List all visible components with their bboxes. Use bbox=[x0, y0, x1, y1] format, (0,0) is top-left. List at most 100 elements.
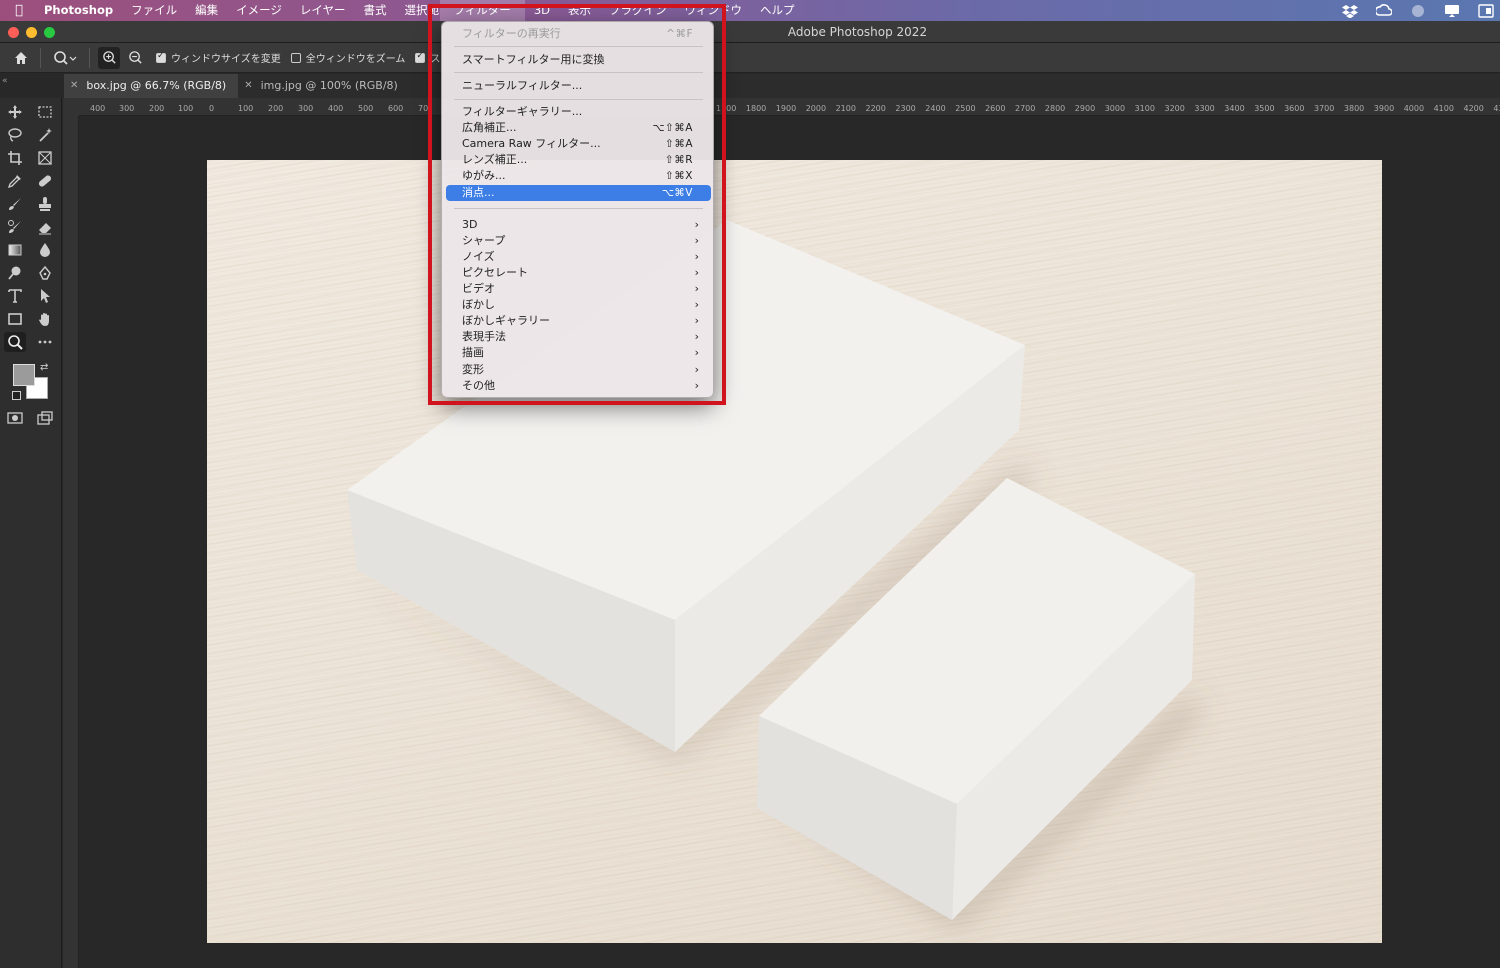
ruler-tick: 2100 bbox=[835, 104, 856, 113]
window-icon[interactable] bbox=[1478, 3, 1494, 18]
window-title: Adobe Photoshop 2022 bbox=[787, 25, 928, 39]
vertical-ruler[interactable] bbox=[63, 116, 79, 968]
screen-mode-icon[interactable] bbox=[34, 408, 56, 428]
horizontal-ruler[interactable]: 400 300 200 100 0 100 200 300 400 500 60… bbox=[79, 98, 1500, 116]
ruler-tick: 1900 bbox=[775, 104, 797, 113]
menu-help[interactable]: ヘルプ bbox=[751, 0, 804, 21]
clone-stamp-tool-icon[interactable] bbox=[34, 194, 56, 214]
foreground-color-swatch-top bbox=[13, 364, 35, 386]
ruler-tick: 4000 bbox=[1403, 104, 1425, 113]
ruler-tick: 500 bbox=[358, 104, 374, 113]
scrubby-zoom-checkbox[interactable] bbox=[415, 51, 426, 63]
dodge-tool-icon[interactable] bbox=[4, 263, 26, 283]
ruler-tick: 600 bbox=[388, 104, 404, 113]
tab-img-jpg[interactable]: ✕ img.jpg @ 100% (RGB/8) bbox=[238, 74, 410, 98]
move-tool-icon[interactable] bbox=[4, 102, 26, 122]
hand-tool-icon[interactable] bbox=[34, 309, 56, 329]
separator bbox=[89, 47, 90, 68]
tab-label: img.jpg @ 100% (RGB/8) bbox=[260, 79, 398, 92]
home-icon[interactable] bbox=[10, 47, 32, 69]
dropbox-icon[interactable] bbox=[1342, 4, 1358, 18]
display-icon[interactable] bbox=[1444, 4, 1460, 18]
rectangle-tool-icon[interactable] bbox=[4, 309, 26, 329]
magic-wand-tool-icon[interactable] bbox=[34, 125, 56, 145]
options-bar: ウィンドウサイズを変更 全ウィンドウをズーム ス bbox=[0, 43, 1500, 73]
ruler-tick: 3200 bbox=[1164, 104, 1185, 113]
brush-tool-icon[interactable] bbox=[4, 194, 26, 214]
frame-tool-icon[interactable] bbox=[34, 148, 56, 168]
close-tab-icon[interactable]: ✕ bbox=[70, 74, 78, 98]
ruler-tick: 200 bbox=[268, 104, 284, 113]
default-colors-icon[interactable] bbox=[12, 391, 21, 400]
creative-cloud-icon[interactable] bbox=[1374, 3, 1393, 18]
zoom-out-icon[interactable] bbox=[124, 47, 146, 69]
menu-status-area bbox=[1342, 0, 1494, 21]
crop-tool-icon[interactable] bbox=[4, 148, 26, 168]
pen-tool-icon[interactable] bbox=[34, 263, 56, 283]
zoom-tool-icon[interactable] bbox=[4, 332, 26, 352]
ruler-tick: 4200 bbox=[1463, 104, 1484, 113]
close-tab-icon[interactable]: ✕ bbox=[244, 74, 252, 98]
ruler-tick: 2200 bbox=[865, 104, 886, 113]
ruler-tick: 3600 bbox=[1284, 104, 1305, 113]
history-brush-tool-icon[interactable] bbox=[4, 217, 26, 237]
ruler-tick: 4100 bbox=[1433, 104, 1454, 113]
ruler-tick: 300 bbox=[119, 104, 135, 113]
type-tool-icon[interactable] bbox=[4, 286, 26, 306]
ruler-tick: 200 bbox=[149, 104, 165, 113]
document-tabs: ✕ box.jpg @ 66.7% (RGB/8) ✕ img.jpg @ 10… bbox=[64, 74, 1500, 98]
ruler-tick: 2000 bbox=[805, 104, 827, 113]
eraser-tool-icon[interactable] bbox=[34, 217, 56, 237]
resize-windows-checkbox[interactable] bbox=[156, 51, 166, 63]
menu-image[interactable]: イメージ bbox=[227, 0, 291, 21]
shield-icon[interactable] bbox=[1410, 4, 1426, 18]
photoshop-window:  Photoshop ファイル 編集 イメージ レイヤー 書式 選択範囲 フィ… bbox=[0, 0, 1500, 968]
window-title-bar: Adobe Photoshop 2022 bbox=[0, 21, 1500, 43]
separator bbox=[40, 47, 41, 68]
ruler-tick: 3400 bbox=[1224, 104, 1245, 113]
ruler-tick: 300 bbox=[298, 104, 314, 113]
gradient-tool-icon[interactable] bbox=[4, 240, 26, 260]
ruler-tick: 2800 bbox=[1044, 104, 1066, 113]
zoom-tool-preset-icon[interactable] bbox=[49, 47, 81, 69]
swap-colors-icon[interactable]: ⇄ bbox=[40, 362, 48, 373]
menu-layer[interactable]: レイヤー bbox=[291, 0, 355, 21]
ruler-tick: 2900 bbox=[1074, 104, 1096, 113]
ruler-tick: 3000 bbox=[1104, 104, 1126, 113]
menu-file[interactable]: ファイル bbox=[122, 0, 186, 21]
ruler-tick: 3300 bbox=[1194, 104, 1215, 113]
apple-icon[interactable]:  bbox=[0, 3, 38, 18]
ruler-tick: 2700 bbox=[1015, 104, 1036, 113]
zoom-all-windows-checkbox[interactable] bbox=[290, 52, 301, 63]
ruler-tick: 400 bbox=[328, 104, 344, 113]
ruler-tick: 3100 bbox=[1134, 104, 1155, 113]
ruler-tick: 2400 bbox=[925, 104, 946, 113]
more-tools-icon[interactable] bbox=[34, 332, 56, 352]
menu-type[interactable]: 書式 bbox=[355, 0, 396, 21]
menu-app-name[interactable]: Photoshop bbox=[38, 0, 122, 21]
tab-box-jpg[interactable]: ✕ box.jpg @ 66.7% (RGB/8) bbox=[64, 74, 239, 98]
ruler-tick: 1800 bbox=[745, 104, 767, 113]
marquee-tool-icon[interactable] bbox=[34, 102, 56, 122]
quick-mask-icon[interactable] bbox=[4, 408, 26, 428]
ruler-tick: 2300 bbox=[895, 104, 916, 113]
ruler-tick: 400 bbox=[90, 104, 106, 113]
document-image[interactable] bbox=[207, 160, 1382, 943]
collapse-panel-icon[interactable]: « bbox=[2, 76, 8, 86]
healing-brush-tool-icon[interactable] bbox=[34, 171, 56, 191]
tab-label: box.jpg @ 66.7% (RGB/8) bbox=[86, 79, 227, 92]
ruler-tick: 70 bbox=[418, 104, 429, 113]
lasso-tool-icon[interactable] bbox=[4, 125, 26, 145]
zoom-in-icon[interactable] bbox=[98, 46, 120, 69]
blur-tool-icon[interactable] bbox=[34, 240, 56, 260]
ruler-tick: 2600 bbox=[985, 104, 1006, 113]
ruler-tick: 3800 bbox=[1343, 104, 1365, 113]
highlight-annotation-box bbox=[428, 4, 726, 405]
ruler-tick: 3500 bbox=[1254, 104, 1275, 113]
eyedropper-tool-icon[interactable] bbox=[4, 171, 26, 191]
ruler-tick: 43 bbox=[1493, 104, 1500, 113]
resize-windows-label: ウィンドウサイズを変更 bbox=[171, 54, 281, 65]
path-selection-tool-icon[interactable] bbox=[34, 286, 56, 306]
ruler-tick: 3900 bbox=[1373, 104, 1395, 113]
menu-edit[interactable]: 編集 bbox=[186, 0, 227, 21]
